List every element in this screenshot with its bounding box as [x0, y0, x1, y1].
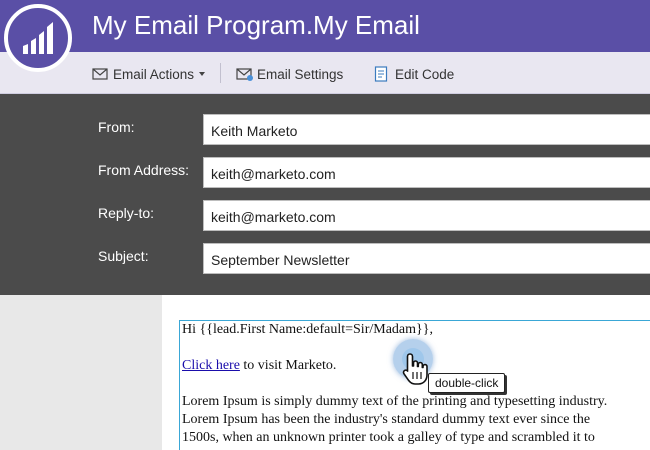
email-header-panel: From: Keith Marketo From Address: keith@… — [0, 94, 650, 295]
email-actions-label: Email Actions — [113, 66, 195, 82]
from-field[interactable]: Keith Marketo — [203, 114, 650, 145]
caret-down-icon — [199, 72, 206, 76]
reply-to-field[interactable]: keith@marketo.com — [203, 200, 650, 231]
from-address-label: From Address: — [98, 162, 190, 178]
lorem-line-3: 1500s, when an unknown printer took a ga… — [182, 430, 595, 445]
envelope-icon — [92, 68, 108, 80]
toolbar: Email Actions Email Settings Edit Code — [0, 52, 650, 94]
from-label: From: — [98, 119, 135, 135]
lorem-line-1: Lorem Ipsum is simply dummy text of the … — [182, 394, 608, 409]
subject-label: Subject: — [98, 248, 149, 264]
subject-field[interactable]: September Newsletter — [203, 243, 650, 274]
edit-code-button[interactable]: Edit Code — [374, 64, 454, 84]
code-file-icon — [374, 66, 388, 82]
email-settings-icon — [236, 67, 253, 81]
lorem-line-2: Lorem Ipsum has been the industry's stan… — [182, 412, 591, 427]
page-title: My Email Program.My Email — [92, 10, 420, 40]
email-settings-button[interactable]: Email Settings — [236, 64, 343, 84]
title-bar: My Email Program.My Email — [0, 0, 650, 52]
marketo-logo-icon — [4, 4, 72, 72]
email-settings-label: Email Settings — [257, 66, 344, 82]
toolbar-divider — [220, 63, 221, 83]
hand-cursor-icon — [402, 353, 428, 385]
edit-code-label: Edit Code — [395, 66, 455, 82]
reply-to-label: Reply-to: — [98, 205, 155, 221]
link-suffix-text: to visit Marketo. — [239, 358, 337, 373]
from-address-field[interactable]: keith@marketo.com — [203, 157, 650, 188]
click-here-link[interactable]: Click here — [182, 358, 240, 373]
double-click-tooltip: double-click — [428, 373, 506, 393]
email-actions-menu[interactable]: Email Actions — [92, 64, 206, 84]
greeting-text: Hi {{lead.First Name:default=Sir/Madam}}… — [182, 322, 433, 337]
